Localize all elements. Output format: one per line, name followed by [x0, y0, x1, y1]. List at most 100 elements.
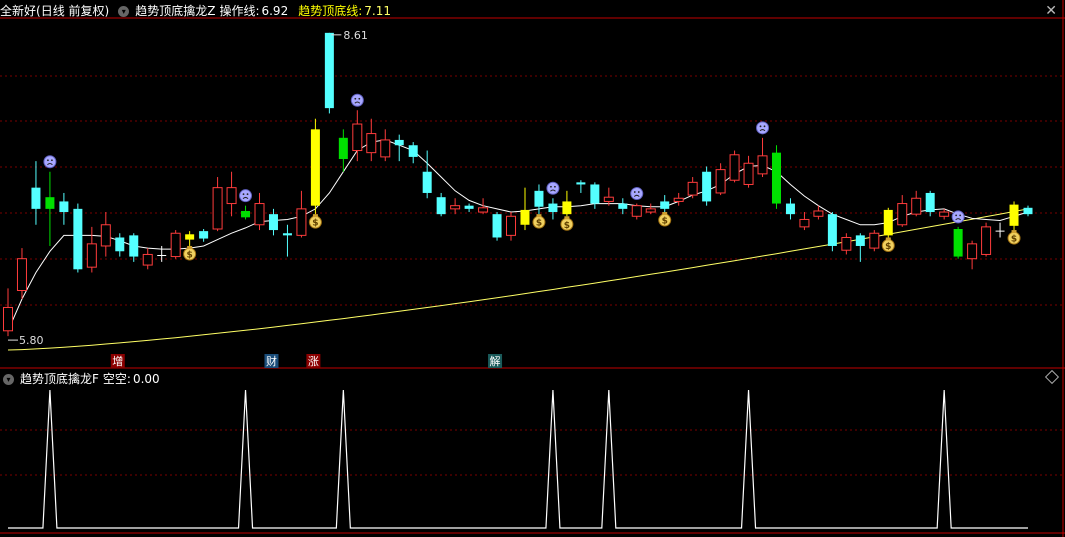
candle	[1009, 201, 1019, 231]
candle-body	[715, 169, 726, 194]
money-bag-icon: $	[308, 214, 322, 229]
candle	[729, 150, 740, 183]
sub-header: ▾ 趋势顶底擒龙F 空空: 0.00	[0, 370, 166, 388]
money-bag-icon: $	[881, 237, 895, 252]
candle	[408, 142, 418, 164]
candle	[590, 182, 600, 209]
candle-body	[897, 203, 908, 226]
candle-body	[799, 218, 810, 228]
candle-body	[981, 226, 992, 255]
candle	[743, 155, 754, 188]
candle-body	[268, 214, 278, 231]
candle	[520, 187, 530, 231]
candle	[366, 118, 377, 162]
candle-body	[199, 231, 209, 239]
money-bag-icon: $	[1007, 230, 1021, 245]
candle-body	[562, 201, 572, 215]
face-circle	[756, 121, 770, 135]
candle-body	[86, 243, 97, 268]
candle-body	[100, 224, 111, 247]
candle-body	[324, 32, 334, 109]
bag-neck	[564, 216, 570, 220]
bag-symbol: $	[187, 250, 193, 260]
candle-body	[129, 235, 139, 257]
candle	[506, 212, 517, 241]
arrow-icon[interactable]: ▾	[118, 6, 130, 17]
face-eye	[242, 193, 245, 196]
op-line-value: 6.92	[261, 4, 289, 18]
candle-body	[855, 235, 865, 246]
candle-body	[953, 229, 963, 257]
candle	[115, 233, 125, 257]
candle	[450, 198, 461, 215]
event-text: 解	[490, 354, 501, 368]
candle	[16, 248, 27, 299]
candle	[129, 233, 139, 262]
trend-label: 趋势顶底线:	[298, 4, 363, 18]
candle-body	[1009, 204, 1019, 226]
face-eye	[246, 193, 249, 196]
candle	[702, 166, 712, 206]
candle-body	[366, 133, 377, 154]
event-text: 涨	[308, 355, 319, 368]
candle	[31, 161, 41, 225]
candle	[673, 192, 684, 206]
low-price-label: 5.80	[19, 334, 44, 347]
bag-symbol: $	[564, 221, 570, 231]
main-header: 全新好(日线 前复权) ▾ 趋势顶底擒龙Z 操作线: 6.92 趋势顶底线: 7.11	[0, 2, 397, 20]
close-icon[interactable]: ✕	[1045, 3, 1057, 19]
candle-body	[254, 203, 265, 226]
face-eye	[955, 214, 958, 217]
face-eye	[959, 214, 962, 217]
candle-body	[729, 154, 740, 181]
candle-body	[59, 201, 69, 213]
candle	[73, 203, 83, 273]
candle	[645, 203, 656, 215]
candle	[199, 229, 209, 242]
candle-body	[813, 210, 824, 217]
bag-symbol: $	[1011, 235, 1017, 245]
candle	[562, 190, 572, 217]
op-line-label: 操作线:	[219, 4, 260, 18]
candle-body	[142, 253, 153, 266]
candle	[548, 198, 558, 220]
candle	[142, 248, 153, 270]
candle-body	[925, 192, 935, 213]
candle	[883, 207, 893, 238]
candle-body	[492, 214, 502, 238]
trend-value: 7.11	[364, 4, 391, 18]
period-label: (日线 前复权)	[36, 4, 110, 18]
candle-body	[771, 152, 781, 204]
bag-symbol: $	[312, 219, 318, 229]
face-circle	[43, 155, 57, 169]
candle-body	[310, 129, 320, 206]
candle-body	[1023, 207, 1033, 215]
arrow-icon[interactable]: ▾	[3, 374, 14, 385]
candle	[785, 198, 795, 220]
candle-body	[436, 197, 446, 215]
stock-name: 全新好	[0, 4, 37, 18]
candle-body	[660, 201, 670, 209]
candle	[170, 230, 181, 259]
candle	[995, 222, 1005, 238]
candle	[464, 203, 474, 213]
candle	[576, 180, 586, 193]
indicator-name[interactable]: 趋势顶底擒龙Z	[135, 4, 215, 18]
candle-body	[408, 145, 418, 157]
candle	[157, 245, 167, 262]
candle	[841, 233, 852, 255]
bag-neck	[312, 214, 318, 218]
candle	[3, 288, 13, 337]
candle-body	[506, 215, 517, 236]
candle	[241, 205, 251, 220]
candle	[687, 177, 698, 199]
candle-body	[785, 203, 795, 215]
candle-body	[939, 211, 950, 217]
sub-indicator-name[interactable]: 趋势顶底擒龙F	[20, 372, 99, 386]
candle-body	[226, 187, 237, 205]
face-eye	[51, 159, 53, 162]
grid-lines	[0, 0, 1065, 537]
candle-body	[450, 205, 461, 210]
candle-body	[645, 208, 656, 213]
candle	[603, 187, 614, 206]
